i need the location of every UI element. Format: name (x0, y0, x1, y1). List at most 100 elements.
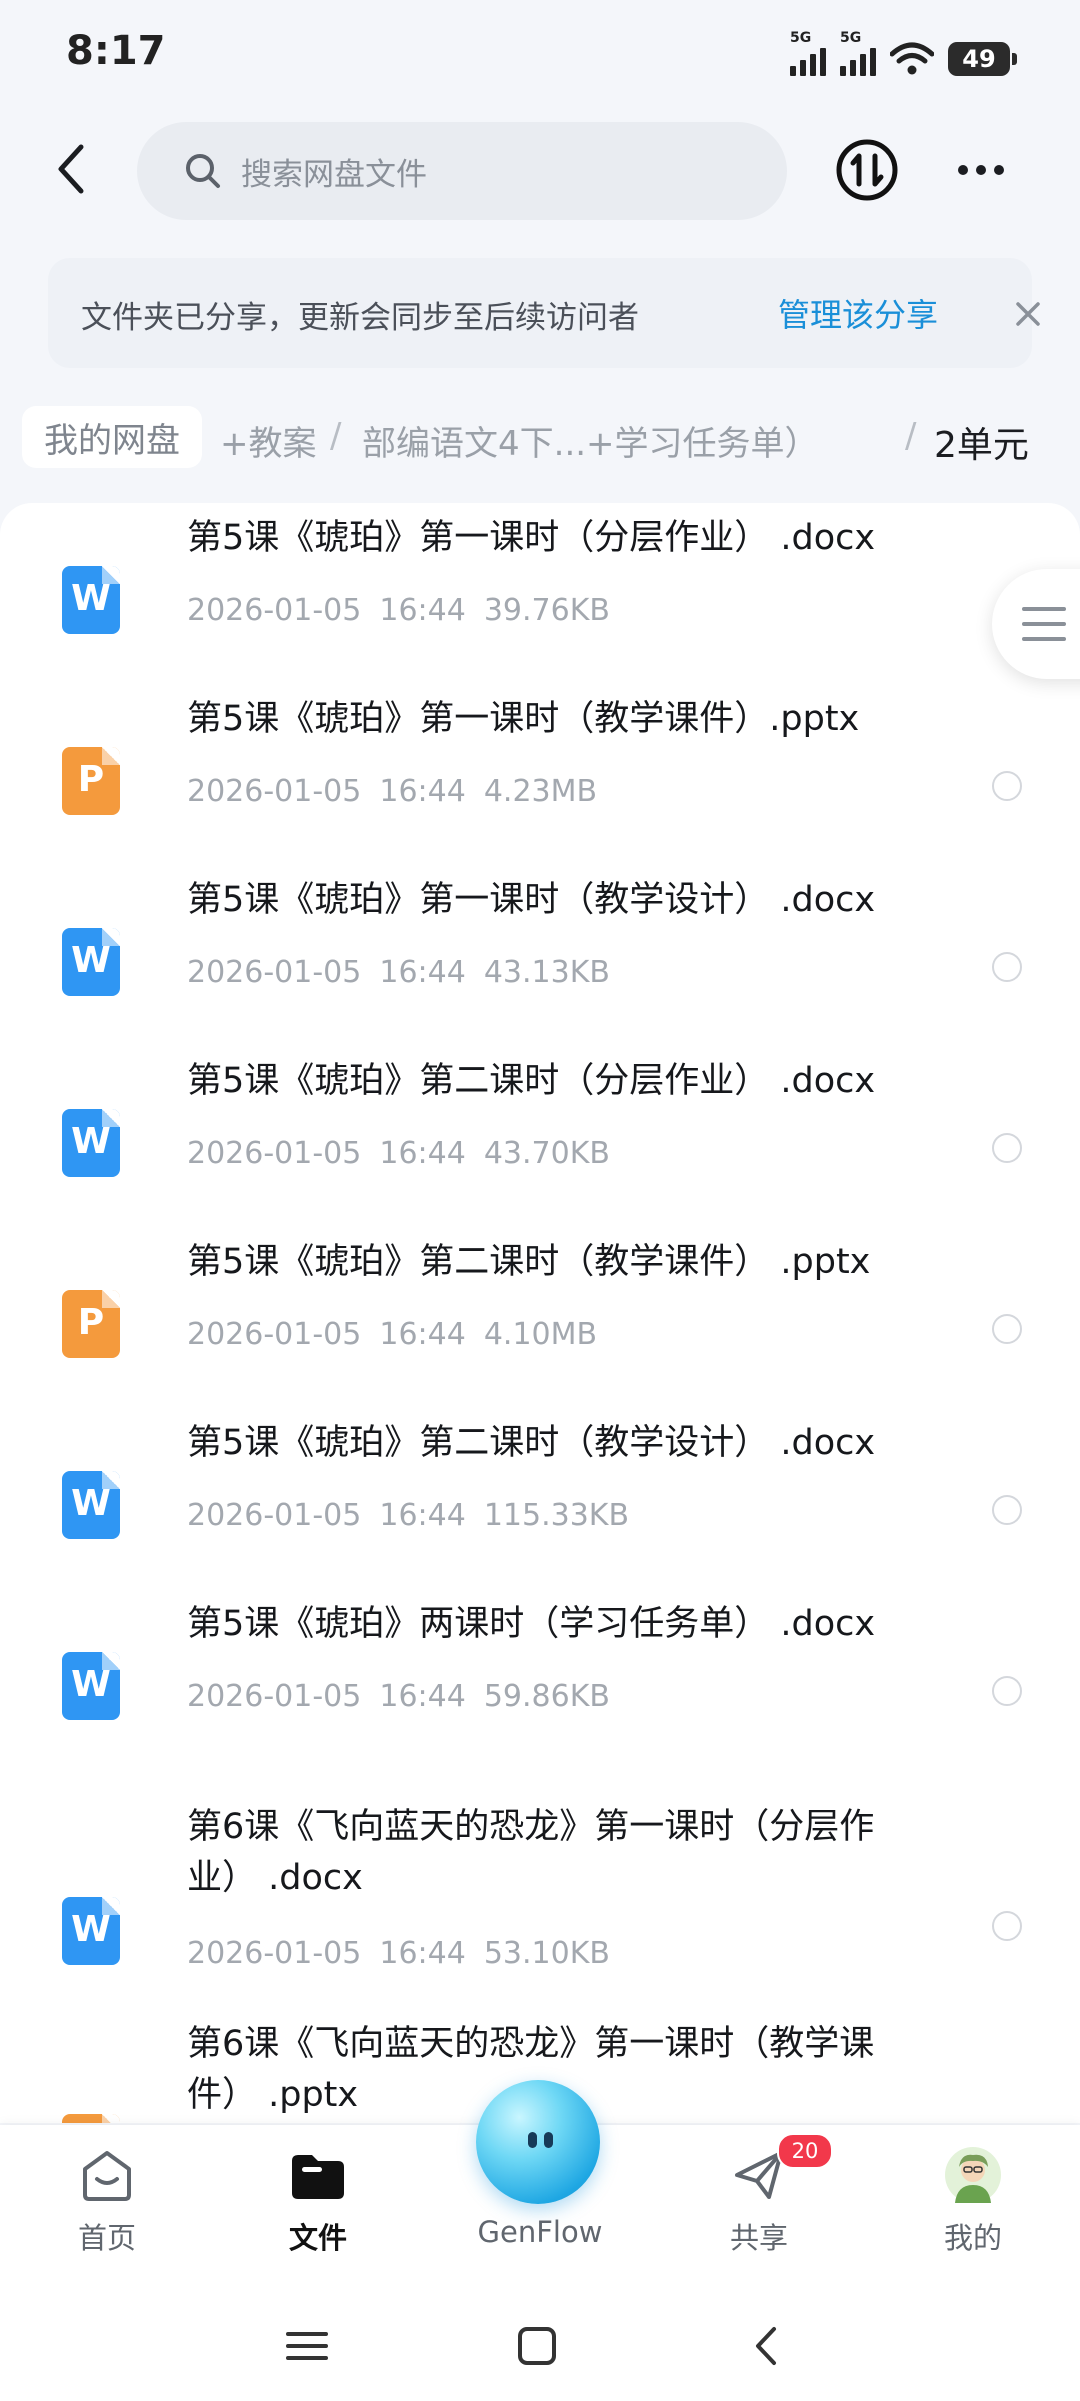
avatar (945, 2147, 1001, 2203)
file-row[interactable]: P 第5课《琥珀》第二课时（教学课件） .pptx 2026-01-05 16:44 4… (0, 1227, 1080, 1408)
select-checkbox[interactable] (992, 1133, 1022, 1163)
signal-icon: 5G (790, 30, 826, 76)
nav-home[interactable]: 首页 (32, 2125, 182, 2291)
file-row[interactable]: W 第5课《琥珀》第二课时（教学设计） .docx 2026-01-05 16:44 1… (0, 1408, 1080, 1589)
status-icons: 5G 5G 49 (790, 30, 1017, 76)
file-date: 2026-01-05 (187, 1498, 362, 1533)
wifi-icon (890, 42, 934, 75)
file-meta: 2026-01-05 16:44 43.70KB (187, 1136, 610, 1171)
select-checkbox[interactable] (992, 1676, 1022, 1706)
file-size: 4.10MB (483, 1317, 598, 1352)
file-size: 43.13KB (483, 955, 610, 990)
word-file-icon: W (62, 1897, 120, 1965)
file-time: 16:44 (379, 593, 466, 628)
more-icon[interactable] (946, 150, 1016, 190)
file-list: W 第5课《琥珀》第一课时（分层作业） .docx 2026-01-05 16:44 3… (0, 503, 1080, 2123)
file-row[interactable]: W 第5课《琥珀》两课时（学习任务单） .docx 2026-01-05 16:44 5… (0, 1589, 1080, 1770)
file-size: 53.10KB (483, 1936, 610, 1971)
file-size: 39.76KB (483, 593, 610, 628)
genflow-button[interactable] (476, 2080, 600, 2204)
file-time: 16:44 (379, 1936, 466, 1971)
file-date: 2026-01-05 (187, 593, 362, 628)
file-meta: 2026-01-05 16:44 59.86KB (187, 1679, 610, 1714)
file-size: 115.33KB (483, 1498, 630, 1533)
status-time: 8:17 (66, 28, 166, 74)
breadcrumb-item[interactable]: 部编语文4下...+学习任务单） (362, 416, 819, 465)
system-nav-bar (0, 2291, 1080, 2401)
file-size: 43.70KB (483, 1136, 610, 1171)
file-time: 16:44 (379, 774, 466, 809)
file-date: 2026-01-05 (187, 1317, 362, 1352)
file-name: 第5课《琥珀》第一课时（教学课件）.pptx (187, 699, 860, 739)
search-placeholder: 搜索网盘文件 (241, 156, 427, 193)
manage-share-link[interactable]: 管理该分享 (778, 290, 938, 336)
status-bar: 8:17 5G 5G 49 (0, 0, 1080, 105)
file-time: 16:44 (379, 1317, 466, 1352)
file-name: 第5课《琥珀》第一课时（教学设计） .docx (187, 880, 876, 920)
select-checkbox[interactable] (992, 771, 1022, 801)
file-time: 16:44 (379, 1498, 466, 1533)
breadcrumb-item[interactable]: +教案 (220, 416, 317, 465)
file-date: 2026-01-05 (187, 1936, 362, 1971)
battery-icon: 49 (948, 42, 1017, 76)
file-name: 第5课《琥珀》第二课时（教学设计） .docx (187, 1423, 876, 1463)
ppt-file-icon: P (62, 2114, 120, 2123)
word-file-icon: W (62, 928, 120, 996)
select-checkbox[interactable] (992, 1495, 1022, 1525)
file-row[interactable]: P 第5课《琥珀》第一课时（教学课件）.pptx 2026-01-05 16:44 4.… (0, 684, 1080, 865)
file-time: 16:44 (379, 1136, 466, 1171)
top-bar: 搜索网盘文件 (0, 110, 1080, 230)
file-row[interactable]: W 第5课《琥珀》第一课时（分层作业） .docx 2026-01-05 16:44 3… (0, 503, 1080, 684)
select-checkbox[interactable] (992, 1314, 1022, 1344)
select-checkbox[interactable] (992, 952, 1022, 982)
select-checkbox[interactable] (992, 1911, 1022, 1941)
file-name: 第5课《琥珀》第一课时（分层作业） .docx (187, 518, 876, 558)
file-row[interactable]: W 第6课《飞向蓝天的恐龙》第一课时（分层作业） .docx 2026-01-05 1… (0, 1770, 1080, 1987)
file-time: 16:44 (379, 1679, 466, 1714)
search-input[interactable]: 搜索网盘文件 (137, 122, 787, 220)
notice-text: 文件夹已分享，更新会同步至后续访问者 (81, 300, 639, 336)
genflow-label: GenFlow (477, 2215, 603, 2249)
file-name: 第5课《琥珀》第二课时（教学课件） .pptx (187, 1242, 871, 1282)
system-back-icon[interactable] (742, 2321, 792, 2371)
close-icon[interactable] (1008, 294, 1048, 334)
file-row[interactable]: W 第5课《琥珀》第一课时（教学设计） .docx 2026-01-05 16:44 4… (0, 865, 1080, 1046)
nav-mine[interactable]: 我的 (898, 2125, 1048, 2291)
file-row[interactable]: W 第5课《琥珀》第二课时（分层作业） .docx 2026-01-05 16:44 4… (0, 1046, 1080, 1227)
nav-files[interactable]: 文件 (243, 2125, 393, 2291)
recent-apps-icon[interactable] (282, 2321, 332, 2371)
breadcrumb: 我的网盘 +教案 / 部编语文4下...+学习任务单） / 2单元 (0, 400, 1080, 480)
file-time: 16:44 (379, 955, 466, 990)
breadcrumb-separator: / (330, 416, 342, 456)
file-meta: 2026-01-05 16:44 53.10KB (187, 1936, 610, 1971)
word-file-icon: W (62, 1109, 120, 1177)
folder-icon (292, 2155, 344, 2199)
back-button[interactable] (36, 134, 106, 204)
ppt-file-icon: P (62, 747, 120, 815)
breadcrumb-separator: / (905, 416, 917, 456)
file-name: 第5课《琥珀》第二课时（分层作业） .docx (187, 1061, 876, 1101)
file-date: 2026-01-05 (187, 1679, 362, 1714)
file-meta: 2026-01-05 16:44 4.23MB (187, 774, 597, 809)
file-date: 2026-01-05 (187, 955, 362, 990)
home-square-icon[interactable] (512, 2321, 562, 2371)
file-meta: 2026-01-05 16:44 43.13KB (187, 955, 610, 990)
share-badge: 20 (777, 2133, 833, 2169)
file-meta: 2026-01-05 16:44 39.76KB (187, 593, 610, 628)
file-date: 2026-01-05 (187, 774, 362, 809)
home-icon (83, 2151, 131, 2201)
back-arrow-icon (58, 144, 84, 194)
file-name: 第6课《飞向蓝天的恐龙》第一课时（分层作业） .docx (187, 1807, 875, 1898)
transfer-icon[interactable] (835, 138, 899, 202)
file-size: 59.86KB (483, 1679, 610, 1714)
file-size: 4.23MB (483, 774, 598, 809)
file-name: 第5课《琥珀》两课时（学习任务单） .docx (187, 1604, 876, 1644)
signal-icon: 5G (840, 30, 876, 76)
ppt-file-icon: P (62, 1290, 120, 1358)
word-file-icon: W (62, 1471, 120, 1539)
word-file-icon: W (62, 1652, 120, 1720)
breadcrumb-root[interactable]: 我的网盘 (22, 406, 202, 468)
file-meta: 2026-01-05 16:44 4.10MB (187, 1317, 597, 1352)
word-file-icon: W (62, 566, 120, 634)
search-icon (186, 154, 220, 188)
